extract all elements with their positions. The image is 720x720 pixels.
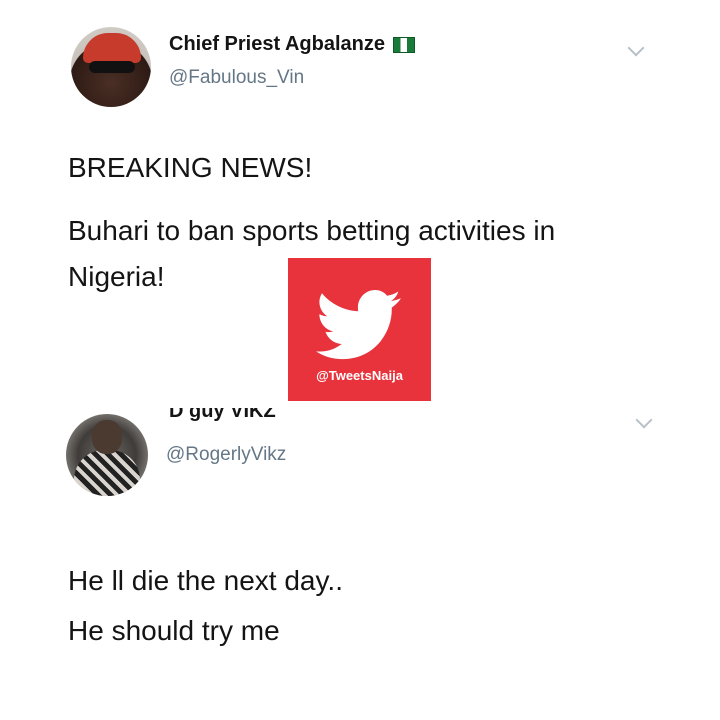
display-name[interactable]: Chief Priest Agbalanze bbox=[169, 33, 415, 56]
nigeria-flag-icon bbox=[392, 36, 415, 53]
display-name-text: Chief Priest Agbalanze bbox=[169, 33, 385, 55]
avatar[interactable] bbox=[66, 414, 148, 496]
tweet-text-headline: BREAKING NEWS! bbox=[68, 152, 313, 183]
tweet-card-1: Chief Priest Agbalanze @Fabulous_Vin BRE… bbox=[0, 0, 720, 300]
watermark-badge: @TweetsNaija bbox=[288, 258, 431, 401]
chevron-down-icon[interactable] bbox=[635, 411, 653, 429]
tweet-text-line: He should try me bbox=[68, 615, 280, 646]
avatar-shirt bbox=[74, 450, 140, 496]
avatar[interactable] bbox=[71, 27, 151, 107]
tweet-card-2: D guy VIKZ @RogerlyVikz He ll die the ne… bbox=[0, 400, 720, 720]
watermark-label: @TweetsNaija bbox=[316, 368, 403, 383]
twitter-bird-icon bbox=[315, 290, 401, 360]
user-handle[interactable]: @Fabulous_Vin bbox=[169, 67, 304, 89]
avatar-head bbox=[92, 420, 122, 454]
tweet-text-line: He ll die the next day.. bbox=[68, 565, 343, 596]
tweet-text-line: Nigeria! bbox=[68, 261, 165, 292]
display-name[interactable]: D guy VIKZ bbox=[169, 408, 276, 422]
chevron-down-icon[interactable] bbox=[627, 39, 645, 57]
tweet-text-line: Buhari to ban sports betting activities … bbox=[68, 215, 556, 246]
avatar-glasses bbox=[89, 61, 135, 73]
user-handle[interactable]: @RogerlyVikz bbox=[166, 444, 286, 466]
avatar-cap bbox=[83, 33, 141, 63]
